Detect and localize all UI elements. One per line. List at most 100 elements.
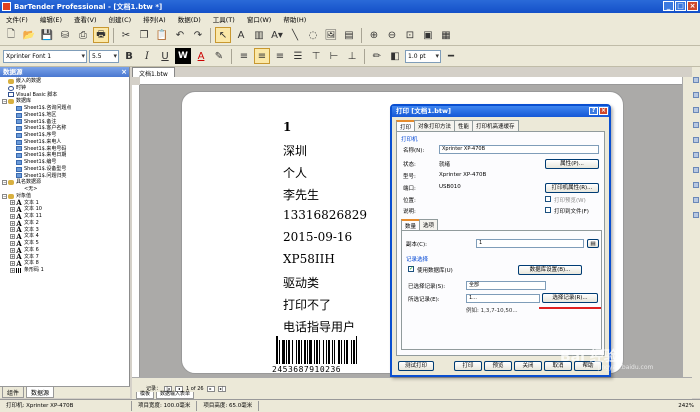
- query-input[interactable]: 1...: [466, 294, 540, 303]
- menu-item[interactable]: 排列(A): [143, 14, 166, 24]
- align-tool-icon[interactable]: [693, 152, 699, 158]
- expand-icon[interactable]: +: [10, 240, 15, 246]
- fill-color-icon[interactable]: ◧: [387, 48, 403, 64]
- label-text-object[interactable]: 个人: [283, 164, 307, 181]
- print-preview-checkbox[interactable]: [545, 196, 551, 202]
- next-record-button[interactable]: ▸: [206, 385, 215, 392]
- rfid-tool-icon[interactable]: ▤: [341, 27, 357, 43]
- tree-node[interactable]: Sheet1$.地区: [2, 112, 129, 119]
- align-tool-icon[interactable]: [693, 197, 699, 203]
- picture-tool-icon[interactable]: 🖼: [323, 27, 339, 43]
- menu-item[interactable]: 数据(D): [178, 14, 201, 24]
- label-text-object[interactable]: 电话指导用户: [283, 318, 355, 335]
- database-icon[interactable]: ⛁: [57, 27, 73, 43]
- label-text-object[interactable]: 打印不了: [283, 296, 331, 313]
- tree-node[interactable]: 时钟: [2, 85, 129, 92]
- tree-node[interactable]: <无>: [2, 186, 129, 193]
- label-text-object[interactable]: 李先生: [283, 186, 319, 203]
- new-icon[interactable]: 🗋: [3, 27, 19, 43]
- tree-node[interactable]: Sheet1$.编号: [2, 159, 129, 166]
- tree-node[interactable]: 嵌入的数据: [2, 78, 129, 85]
- tree-node[interactable]: − 数据库: [2, 98, 129, 105]
- line-color-icon[interactable]: ✏: [369, 48, 385, 64]
- font-name-combo[interactable]: Xprinter Font 1: [3, 49, 87, 63]
- dialog-action-button[interactable]: 打印: [454, 361, 482, 371]
- underline-button[interactable]: U: [157, 48, 173, 64]
- tree-node[interactable]: − 具名数据源: [2, 179, 129, 186]
- align-bottom-icon[interactable]: ⊥: [344, 48, 360, 64]
- cut-icon[interactable]: ✂: [118, 27, 134, 43]
- expand-icon[interactable]: +: [10, 207, 15, 213]
- choose-records-button[interactable]: 选择记录(R)...: [542, 293, 598, 303]
- vertical-scrollbar[interactable]: [682, 77, 692, 377]
- menu-item[interactable]: 文件(F): [6, 14, 28, 24]
- zoom-page-icon[interactable]: ▣: [420, 27, 436, 43]
- menu-item[interactable]: 创建(C): [109, 14, 132, 24]
- zoom-in-icon[interactable]: ⊕: [366, 27, 382, 43]
- shape-tool-icon[interactable]: ◌: [305, 27, 321, 43]
- tree-node[interactable]: Sheet1$.序号: [2, 132, 129, 139]
- close-button[interactable]: ×: [687, 1, 698, 11]
- undo-icon[interactable]: ↶: [172, 27, 188, 43]
- text-tool-icon[interactable]: A: [233, 27, 249, 43]
- expand-icon[interactable]: −: [2, 193, 7, 199]
- panel-tab[interactable]: 数据源: [26, 387, 55, 398]
- tree-node[interactable]: + A 文本 8: [2, 260, 129, 267]
- tree-node[interactable]: Sheet1$.来电日期: [2, 152, 129, 159]
- align-middle-icon[interactable]: ⊢: [326, 48, 342, 64]
- label-text-object[interactable]: 1: [283, 120, 291, 134]
- align-justify-icon[interactable]: ☰: [290, 48, 306, 64]
- printer-driver-button[interactable]: 打印机属性(R)...: [545, 183, 599, 193]
- tree-node[interactable]: Sheet1$.咨询问题点: [2, 105, 129, 112]
- copies-options-icon[interactable]: ▤: [587, 239, 599, 248]
- zoom-out-icon[interactable]: ⊖: [384, 27, 400, 43]
- align-left-icon[interactable]: ≡: [236, 48, 252, 64]
- dialog-close-button[interactable]: ×: [599, 107, 608, 115]
- align-tool-icon[interactable]: [693, 137, 699, 143]
- copies-input[interactable]: 1: [476, 239, 584, 248]
- expand-icon[interactable]: +: [10, 200, 15, 206]
- database-setup-button[interactable]: 数据库设置(B)...: [518, 265, 582, 275]
- grid-icon[interactable]: ▦: [438, 27, 454, 43]
- align-tool-icon[interactable]: [693, 92, 699, 98]
- align-tool-icon[interactable]: [693, 167, 699, 173]
- menu-item[interactable]: 窗口(W): [247, 14, 272, 24]
- align-tool-icon[interactable]: [693, 122, 699, 128]
- expand-icon[interactable]: +: [10, 213, 15, 219]
- use-database-checkbox[interactable]: [408, 265, 414, 272]
- italic-button[interactable]: I: [139, 48, 155, 64]
- line-tool-icon[interactable]: ╲: [287, 27, 303, 43]
- dialog-tab[interactable]: 性能: [454, 120, 474, 131]
- dialog-tab[interactable]: 打印机高速缓存: [472, 120, 519, 131]
- label-text-object[interactable]: 13316826829: [283, 208, 367, 222]
- align-tool-icon[interactable]: [693, 107, 699, 113]
- label-text-object[interactable]: 2015-09-16: [283, 230, 352, 244]
- print-preview-icon[interactable]: ⎙: [75, 27, 91, 43]
- paste-icon[interactable]: 📋: [154, 27, 170, 43]
- save-icon[interactable]: 💾: [39, 27, 55, 43]
- redo-icon[interactable]: ↷: [190, 27, 206, 43]
- dialog-help-button[interactable]: ?: [589, 107, 598, 115]
- dialog-action-button[interactable]: 预览: [484, 361, 512, 371]
- barcode-object[interactable]: [276, 335, 396, 364]
- label-text-object[interactable]: 驱动类: [283, 274, 319, 291]
- tree-node[interactable]: Sheet1$.客户名称: [2, 125, 129, 132]
- minimize-button[interactable]: _: [663, 1, 674, 11]
- panel-tab[interactable]: 组件: [2, 387, 25, 398]
- tree-node[interactable]: Sheet1$.设备型号: [2, 166, 129, 173]
- view-tab[interactable]: 模板: [136, 392, 155, 399]
- line-width-combo[interactable]: 1.0 pt: [405, 49, 441, 63]
- selected-records-select[interactable]: 全部: [466, 281, 546, 290]
- maximize-button[interactable]: □: [675, 1, 686, 11]
- printer-properties-button[interactable]: 属性(P)...: [545, 159, 599, 169]
- align-center-icon[interactable]: ≡: [254, 48, 270, 64]
- tree-node[interactable]: Sheet1$.来电人: [2, 139, 129, 146]
- bold-button[interactable]: B: [121, 48, 137, 64]
- menu-item[interactable]: 帮助(H): [283, 14, 306, 24]
- menu-item[interactable]: 编辑(E): [40, 14, 62, 24]
- last-record-button[interactable]: ▸|: [217, 385, 226, 392]
- tree-node[interactable]: + 条形码 1: [2, 267, 129, 274]
- dialog-action-button[interactable]: 关闭: [514, 361, 542, 371]
- zoom-fit-icon[interactable]: ⊡: [402, 27, 418, 43]
- expand-icon[interactable]: −: [2, 99, 7, 105]
